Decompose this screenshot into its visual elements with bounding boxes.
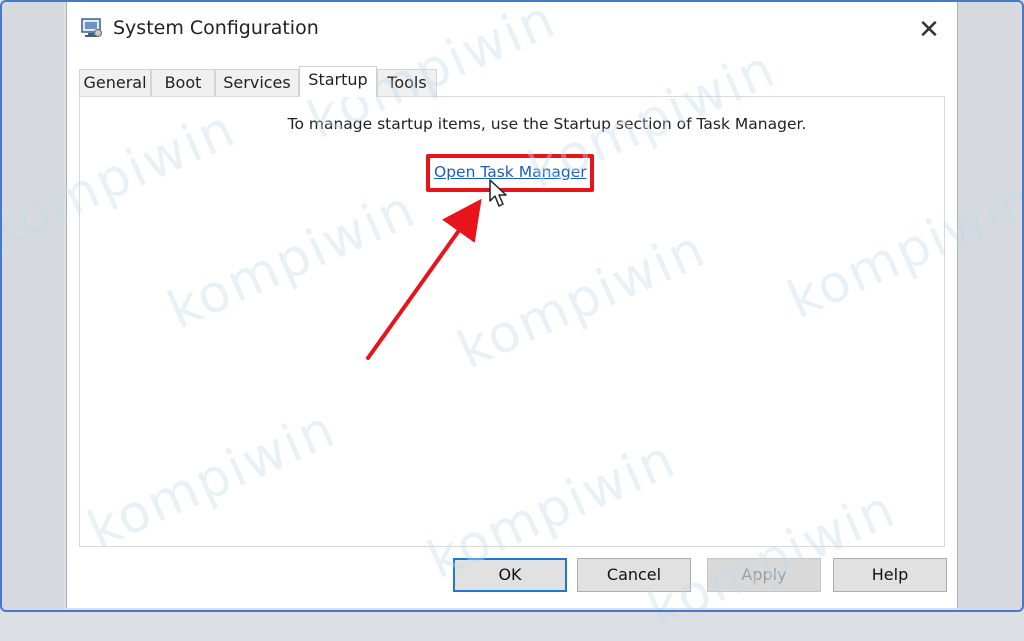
annotation-overlay bbox=[366, 198, 482, 360]
tab-startup[interactable]: Startup bbox=[299, 66, 377, 97]
annotation-arrow bbox=[366, 198, 482, 360]
